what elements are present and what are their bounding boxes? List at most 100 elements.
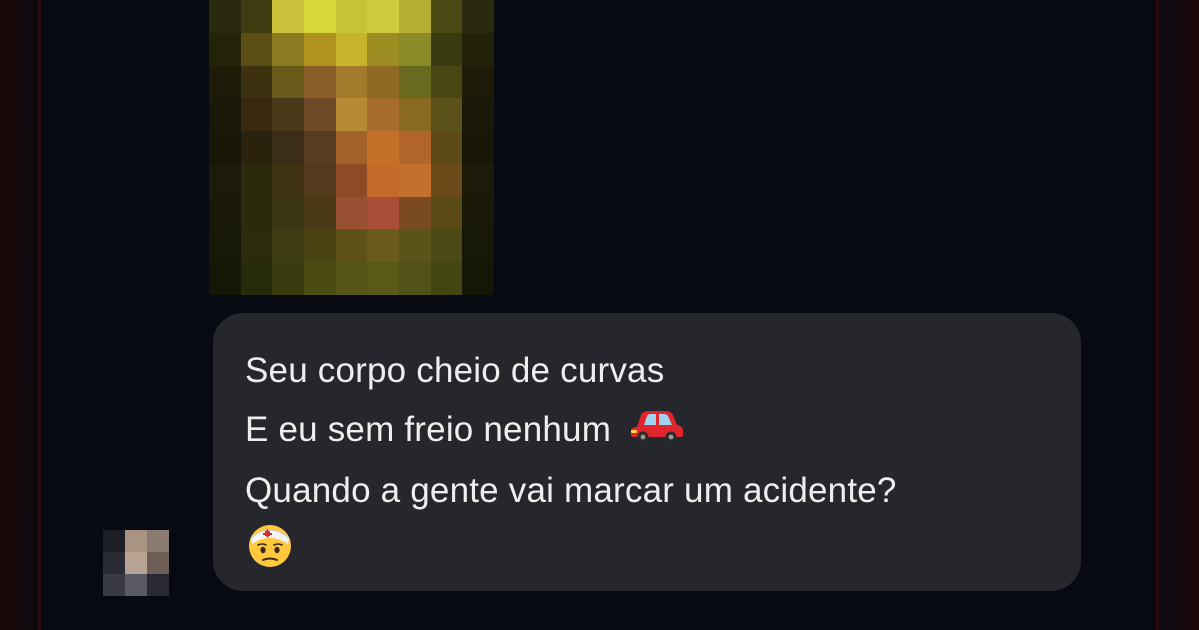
photo-mosaic-block <box>209 0 241 33</box>
message-line-1: Seu corpo cheio de curvas <box>245 341 1051 400</box>
photo-mosaic-block <box>398 163 431 197</box>
frame-right-line <box>1156 0 1159 630</box>
photo-mosaic-block <box>462 0 494 33</box>
photo-mosaic-block <box>209 229 241 263</box>
frame-left-border <box>0 0 38 630</box>
avatar-mosaic-block <box>147 574 169 596</box>
photo-mosaic-block <box>462 163 494 197</box>
photo-mosaic-block <box>209 65 241 99</box>
message-line-1-text: Seu corpo cheio de curvas <box>245 351 665 390</box>
photo-mosaic-block <box>272 131 304 164</box>
photo-mosaic-block <box>430 262 463 295</box>
photo-mosaic-block <box>367 196 399 230</box>
message-line-3-text: Quando a gente vai marcar um acidente? <box>245 471 897 511</box>
photo-mosaic-block <box>335 229 368 263</box>
photo-mosaic-block <box>398 131 431 164</box>
photo-mosaic-block <box>240 262 273 295</box>
photo-mosaic-block <box>398 0 431 33</box>
avatar-mosaic-block <box>147 530 169 552</box>
avatar-mosaic-block <box>147 552 169 574</box>
photo-mosaic-block <box>367 131 399 164</box>
photo-mosaic-block <box>335 262 368 295</box>
message-bubble[interactable]: Seu corpo cheio de curvas E eu sem freio… <box>213 313 1081 591</box>
photo-mosaic-block <box>303 131 336 164</box>
photo-mosaic-block <box>272 98 304 132</box>
photo-mosaic-block <box>240 131 273 164</box>
message-line-2: E eu sem freio nenhum <box>245 400 1051 461</box>
photo-mosaic-block <box>430 65 463 99</box>
censored-sender-avatar[interactable] <box>103 530 169 596</box>
photo-mosaic-block <box>398 98 431 132</box>
photo-mosaic-block <box>335 65 368 99</box>
photo-mosaic-block <box>209 131 241 164</box>
photo-mosaic-block <box>335 196 368 230</box>
photo-mosaic-block <box>272 196 304 230</box>
avatar-mosaic-block <box>103 574 125 596</box>
photo-mosaic-block <box>272 262 304 295</box>
photo-mosaic-block <box>367 0 399 33</box>
photo-mosaic-block <box>240 32 273 66</box>
photo-mosaic-block <box>430 163 463 197</box>
red-car-icon <box>629 402 685 461</box>
frame-right-border <box>1159 0 1199 630</box>
avatar-mosaic-block <box>125 574 147 596</box>
photo-mosaic-block <box>303 0 336 33</box>
photo-mosaic-block <box>430 229 463 263</box>
photo-mosaic-block <box>462 32 494 66</box>
photo-mosaic-block <box>240 98 273 132</box>
photo-mosaic-block <box>430 0 463 33</box>
photo-mosaic-block <box>462 65 494 99</box>
avatar-mosaic-block <box>103 530 125 552</box>
photo-mosaic-block <box>367 262 399 295</box>
photo-mosaic-block <box>240 163 273 197</box>
message-line-4 <box>245 520 1051 589</box>
message-line-3: Quando a gente vai marcar um acidente? <box>245 461 1051 520</box>
photo-mosaic-block <box>240 65 273 99</box>
photo-mosaic-block <box>398 262 431 295</box>
censored-photo-attachment[interactable] <box>209 0 494 295</box>
photo-mosaic-block <box>303 98 336 132</box>
photo-mosaic-block <box>367 98 399 132</box>
photo-mosaic-block <box>462 262 494 295</box>
photo-mosaic-block <box>272 229 304 263</box>
avatar-mosaic-block <box>125 552 147 574</box>
photo-mosaic-block <box>272 32 304 66</box>
face-with-head-bandage-icon <box>245 520 295 589</box>
photo-mosaic-block <box>462 131 494 164</box>
photo-mosaic-block <box>430 196 463 230</box>
photo-mosaic-block <box>335 131 368 164</box>
photo-mosaic-block <box>367 229 399 263</box>
photo-mosaic-block <box>367 65 399 99</box>
photo-mosaic-block <box>303 32 336 66</box>
photo-mosaic-block <box>272 0 304 33</box>
photo-mosaic-block <box>335 98 368 132</box>
photo-mosaic-block <box>209 98 241 132</box>
photo-mosaic-block <box>303 163 336 197</box>
photo-mosaic-block <box>272 163 304 197</box>
photo-mosaic-block <box>209 163 241 197</box>
photo-mosaic-block <box>398 32 431 66</box>
message-line-2-text: E eu sem freio nenhum <box>245 410 612 449</box>
photo-mosaic-block <box>209 32 241 66</box>
photo-mosaic-block <box>209 196 241 230</box>
photo-mosaic-block <box>240 0 273 33</box>
photo-mosaic-block <box>398 196 431 230</box>
photo-mosaic-block <box>240 196 273 230</box>
photo-mosaic-block <box>272 65 304 99</box>
photo-mosaic-block <box>209 262 241 295</box>
photo-mosaic-block <box>303 262 336 295</box>
photo-mosaic-block <box>430 98 463 132</box>
photo-mosaic-block <box>430 131 463 164</box>
photo-mosaic-block <box>462 196 494 230</box>
photo-mosaic-block <box>398 229 431 263</box>
photo-mosaic-block <box>240 229 273 263</box>
screenshot: Seu corpo cheio de curvas E eu sem freio… <box>0 0 1199 630</box>
photo-mosaic-block <box>367 163 399 197</box>
photo-mosaic-block <box>430 32 463 66</box>
photo-mosaic-block <box>335 163 368 197</box>
photo-mosaic-block <box>303 196 336 230</box>
avatar-mosaic-block <box>103 552 125 574</box>
photo-mosaic-block <box>335 0 368 33</box>
chat-thread[interactable]: Seu corpo cheio de curvas E eu sem freio… <box>41 0 1156 630</box>
photo-mosaic-block <box>398 65 431 99</box>
